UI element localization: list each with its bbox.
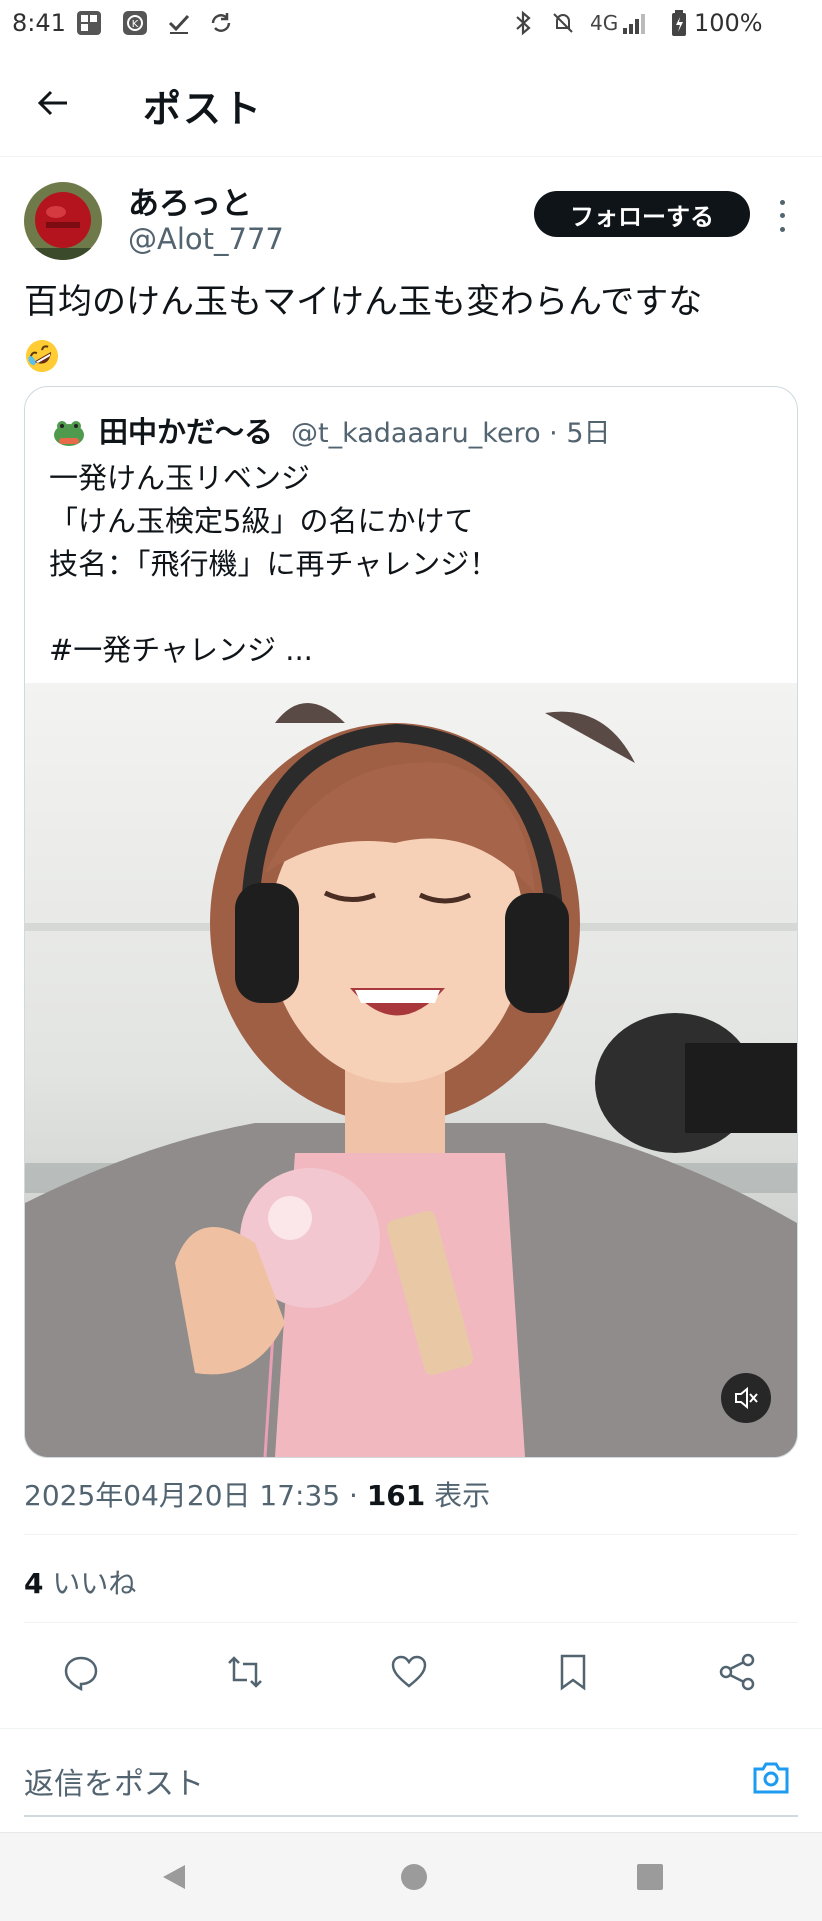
nav-recents-button[interactable] xyxy=(628,1855,672,1899)
quote-author-meta: @t_kadaaaru_kero · 5日 xyxy=(291,418,611,449)
circle-home-icon xyxy=(401,1864,427,1890)
back-button[interactable] xyxy=(28,78,78,128)
network-type: 4G xyxy=(590,11,619,35)
author-avatar[interactable] xyxy=(24,182,102,260)
rolling-on-floor-laughing-emoji xyxy=(26,339,58,372)
camera-button[interactable] xyxy=(746,1753,796,1803)
page-title: ポスト xyxy=(143,87,264,131)
mute-icon xyxy=(735,1386,758,1410)
quote-author-handle: @t_kadaaaru_kero xyxy=(291,418,541,449)
post-meta: 2025年04月20日 17:35 · 161 表示 xyxy=(24,1479,491,1512)
like-label: いいね xyxy=(52,1567,137,1600)
reply-icon xyxy=(64,1656,98,1692)
quote-author-avatar[interactable] xyxy=(49,411,89,451)
reply-underline xyxy=(24,1815,798,1817)
author-handle[interactable]: @Alot_777 xyxy=(128,222,284,256)
grid-app-icon xyxy=(74,8,104,38)
likes-summary[interactable]: 4 いいね xyxy=(24,1562,136,1602)
reply-composer: 返信をポスト xyxy=(0,1728,822,1831)
quote-age: 5日 xyxy=(566,418,611,449)
battery-level: 100% xyxy=(694,9,763,37)
more-options-button[interactable] xyxy=(772,196,792,236)
quote-line: 「けん玉検定5級」の名にかけて xyxy=(49,504,474,538)
quote-line: 一発けん玉リベンジ xyxy=(49,461,311,495)
author-name[interactable]: あろっと xyxy=(128,178,252,223)
status-bar: 8:41 K 4G 100% xyxy=(0,0,822,48)
post-text: 百均のけん玉もマイけん玉も変わらんですな xyxy=(24,282,703,322)
quote-text: 一発けん玉リベンジ 「けん玉検定5級」の名にかけて 技名：「飛行機」に再チャレン… xyxy=(49,457,769,672)
top-app-bar: ポスト xyxy=(0,48,822,157)
quote-line: 技名：「飛行機」に再チャレンジ！ xyxy=(49,547,499,581)
share-button[interactable] xyxy=(713,1648,761,1696)
sync-icon xyxy=(206,8,236,38)
quote-author-name: 田中かだ〜る xyxy=(99,415,274,449)
view-count: 161 xyxy=(366,1479,426,1512)
divider xyxy=(24,1534,798,1535)
like-button[interactable] xyxy=(385,1648,433,1696)
quote-video[interactable] xyxy=(25,683,797,1457)
post-body: 百均のけん玉もマイけん玉も変わらんですな xyxy=(24,276,794,380)
bookmark-icon xyxy=(560,1654,586,1691)
status-time: 8:41 xyxy=(12,9,66,37)
post-timestamp[interactable]: 2025年04月20日 17:35 xyxy=(24,1479,340,1512)
quote-line xyxy=(49,586,769,629)
back-arrow-icon xyxy=(37,90,67,116)
quoted-post[interactable]: 田中かだ〜る @t_kadaaaru_kero · 5日 一発けん玉リベンジ 「… xyxy=(24,386,798,1458)
reply-button[interactable] xyxy=(57,1648,105,1696)
square-recents-icon xyxy=(637,1864,663,1890)
battery-icon xyxy=(664,8,694,38)
bluetooth-icon xyxy=(508,8,538,38)
more-icon xyxy=(779,200,785,206)
bookmark-button[interactable] xyxy=(549,1648,597,1696)
share-icon xyxy=(719,1653,755,1691)
like-icon xyxy=(391,1655,427,1688)
reply-input[interactable]: 返信をポスト xyxy=(24,1759,204,1803)
triangle-back-icon xyxy=(163,1865,185,1889)
system-nav-bar xyxy=(0,1832,822,1921)
nav-back-button[interactable] xyxy=(152,1855,196,1899)
signal-icon xyxy=(620,8,650,38)
mute-toggle-button[interactable] xyxy=(721,1373,771,1423)
camera-icon xyxy=(753,1762,789,1794)
k-app-icon: K xyxy=(120,8,150,38)
quote-hashtag-line[interactable]: #一発チャレンジ ... xyxy=(49,629,769,672)
like-count: 4 xyxy=(24,1567,44,1600)
check-icon xyxy=(164,8,194,38)
nav-home-button[interactable] xyxy=(392,1855,436,1899)
follow-button[interactable]: フォローする xyxy=(534,191,750,237)
mute-bell-icon xyxy=(548,8,578,38)
divider xyxy=(24,1622,798,1623)
action-bar xyxy=(0,1644,822,1700)
repost-button[interactable] xyxy=(221,1648,269,1696)
repost-icon xyxy=(228,1656,262,1688)
svg-text:K: K xyxy=(132,19,139,30)
view-label: 表示 xyxy=(434,1479,491,1512)
video-frame xyxy=(25,683,797,1457)
